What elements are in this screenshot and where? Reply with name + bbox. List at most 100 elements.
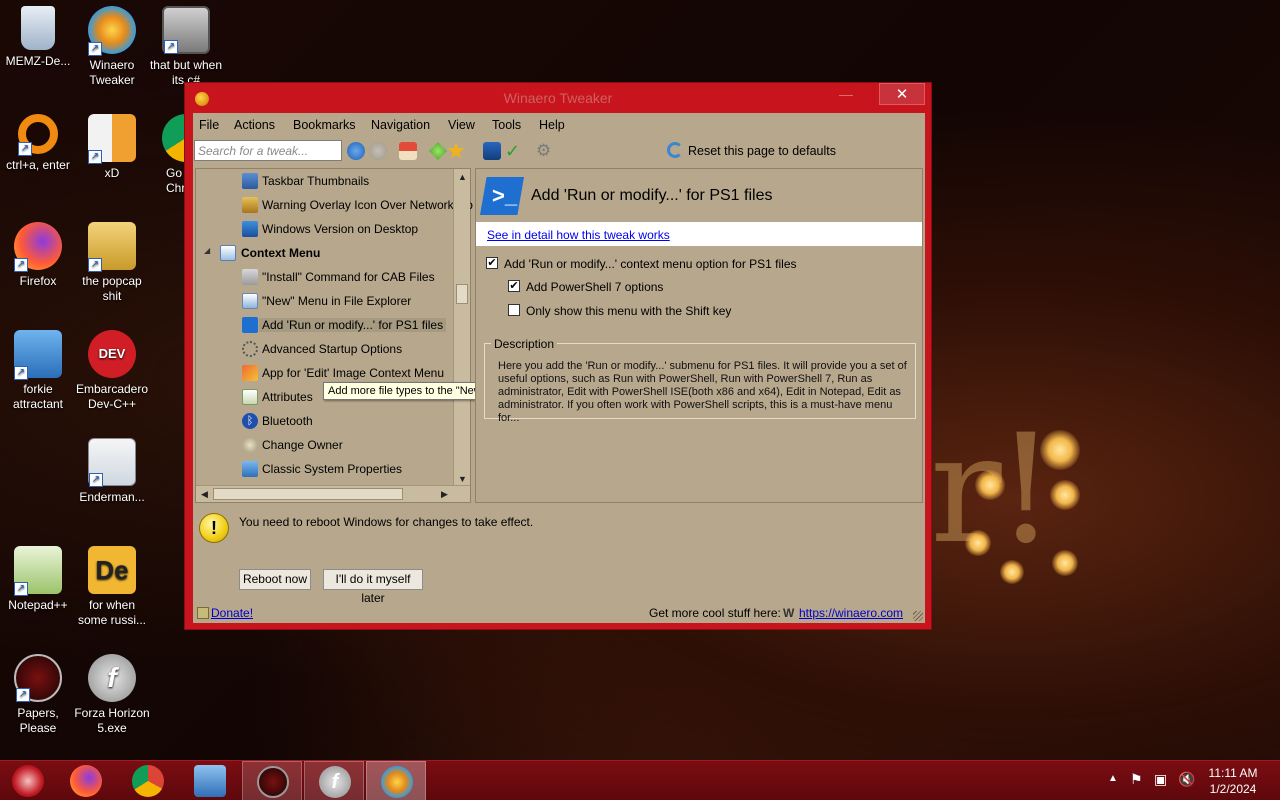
startup-icon bbox=[242, 341, 258, 357]
desktop-icon-de[interactable]: De for when some russi... bbox=[74, 546, 150, 628]
tree-horizontal-scrollbar[interactable]: ◀ ▶ bbox=[196, 485, 470, 502]
winaero-site-link[interactable]: https://winaero.com bbox=[799, 606, 903, 620]
scroll-left-arrow-icon[interactable]: ◀ bbox=[196, 486, 213, 502]
taskbar-forza[interactable]: f bbox=[304, 761, 364, 800]
tweak-tree: Taskbar Thumbnails Warning Overlay Icon … bbox=[195, 168, 601, 503]
reboot-notice: You need to reboot Windows for changes t… bbox=[239, 515, 534, 529]
show-hidden-icons-icon[interactable]: ▲ bbox=[1108, 773, 1118, 800]
desktop-icon-papers[interactable]: ↗ Papers, Please bbox=[0, 654, 76, 736]
forward-icon[interactable] bbox=[369, 142, 387, 160]
scroll-up-arrow-icon[interactable]: ▲ bbox=[454, 169, 471, 185]
reboot-now-button[interactable]: Reboot now bbox=[239, 569, 311, 590]
import-icon[interactable] bbox=[483, 142, 501, 160]
home-icon[interactable] bbox=[399, 142, 417, 160]
scroll-thumb[interactable] bbox=[213, 488, 403, 500]
wallpaper-light bbox=[1050, 480, 1080, 510]
desktop-icon-firefox[interactable]: ↗ Firefox bbox=[0, 222, 76, 289]
tree-item-label: App for 'Edit' Image Context Menu bbox=[262, 366, 445, 380]
action-center-flag-icon[interactable]: ⚑ bbox=[1130, 771, 1143, 800]
desktop-icon-notepadpp[interactable]: ↗ Notepad++ bbox=[0, 546, 76, 613]
do-it-later-button[interactable]: I'll do it myself later bbox=[323, 569, 423, 605]
see-details-link[interactable]: See in detail how this tweak works bbox=[487, 228, 670, 242]
windows-version-icon bbox=[242, 221, 258, 237]
desktop-icon-chrome[interactable]: Go Chr bbox=[148, 114, 188, 196]
desktop-icon-label: for when some russi... bbox=[77, 598, 146, 627]
wallpaper-light bbox=[1040, 430, 1080, 470]
resize-grip[interactable] bbox=[913, 611, 923, 621]
menu-help[interactable]: Help bbox=[539, 118, 565, 132]
menu-actions[interactable]: Actions bbox=[234, 118, 275, 132]
back-icon[interactable] bbox=[347, 142, 365, 160]
ring-icon: ↗ bbox=[18, 114, 58, 156]
menu-file[interactable]: File bbox=[199, 118, 219, 132]
option-checkbox-run-or-modify[interactable]: ✔ bbox=[486, 257, 498, 269]
volume-muted-icon[interactable]: 🔇 bbox=[1178, 771, 1195, 800]
wallpaper-decoration: r! bbox=[930, 410, 1130, 610]
tree-vertical-scrollbar[interactable]: ▲ ▼ bbox=[453, 169, 470, 487]
description-legend: Description bbox=[491, 337, 558, 351]
system-props-icon bbox=[242, 461, 258, 477]
menu-tools[interactable]: Tools bbox=[492, 118, 521, 132]
desktop-icon-popcap[interactable]: ↗ the popcap shit bbox=[74, 222, 150, 304]
flash-icon: f bbox=[88, 654, 136, 702]
start-orb-icon bbox=[12, 765, 44, 797]
link-strip: See in detail how this tweak works bbox=[476, 222, 922, 246]
menu-bookmarks[interactable]: Bookmarks bbox=[293, 118, 356, 132]
donate-icon bbox=[197, 607, 209, 619]
toolbar: Search for a tweak... ✓ ⚙ Reset this pag… bbox=[193, 138, 925, 164]
star-icon[interactable] bbox=[447, 142, 465, 159]
tree-item-label: Taskbar Thumbnails bbox=[262, 174, 370, 188]
desktop-icon-enderman[interactable]: ↗ Enderman... bbox=[74, 438, 150, 505]
desktop-icon-label: Go Chr bbox=[166, 166, 186, 195]
wallpaper-light bbox=[1000, 560, 1024, 584]
apply-check-icon[interactable]: ✓ bbox=[505, 142, 523, 160]
taskbar-clock[interactable]: 11:11 AM 1/2/2024 bbox=[1196, 765, 1270, 797]
flash-icon: f bbox=[319, 766, 351, 798]
tree-item-label: "Install" Command for CAB Files bbox=[262, 270, 435, 284]
firefox-icon bbox=[70, 765, 102, 797]
menu-navigation[interactable]: Navigation bbox=[371, 118, 430, 132]
taskbar-firefox[interactable] bbox=[56, 761, 116, 800]
owner-icon bbox=[242, 437, 258, 453]
minimize-button[interactable]: — bbox=[833, 83, 859, 105]
desktop-icon-that-but[interactable]: ↗ that but when its c# bbox=[148, 6, 224, 88]
window-title: Winaero Tweaker bbox=[503, 90, 613, 106]
add-bookmark-icon[interactable] bbox=[429, 142, 447, 160]
wallpaper-light bbox=[965, 530, 991, 556]
desktop-icon-ctrl-a[interactable]: ↗ ctrl+a, enter bbox=[0, 114, 76, 173]
desktop-icon-forza[interactable]: f Forza Horizon 5.exe bbox=[74, 654, 150, 736]
taskbar-winaero[interactable] bbox=[366, 761, 426, 800]
network-icon[interactable]: ▣ bbox=[1154, 771, 1167, 800]
desktop-icon-label: Forza Horizon 5.exe bbox=[74, 706, 150, 735]
start-button[interactable] bbox=[0, 761, 52, 800]
taskbar-control-panel[interactable] bbox=[180, 761, 240, 800]
title-bar[interactable]: Winaero Tweaker — □ ✕ bbox=[185, 83, 931, 113]
desktop-icon-xd[interactable]: ↗ xD bbox=[74, 114, 150, 181]
desktop-icon-forkie[interactable]: ↗ forkie attractant bbox=[0, 330, 76, 412]
desktop-icon-winaero[interactable]: ↗ Winaero Tweaker bbox=[74, 6, 150, 88]
scroll-thumb[interactable] bbox=[456, 284, 468, 304]
control-panel-icon bbox=[194, 765, 226, 797]
menu-view[interactable]: View bbox=[448, 118, 475, 132]
tree-expander[interactable]: ◢ bbox=[204, 246, 210, 255]
taskbar-papers-please[interactable] bbox=[242, 761, 302, 800]
desktop-icon-label: MEMZ-De... bbox=[5, 54, 71, 68]
winaero-icon bbox=[381, 766, 413, 798]
powershell-icon: >_ bbox=[480, 177, 524, 215]
settings-gear-icon[interactable]: ⚙ bbox=[536, 142, 554, 160]
donate-link[interactable]: Donate! bbox=[211, 606, 253, 620]
search-input[interactable]: Search for a tweak... bbox=[194, 140, 342, 161]
desktop-icon-memz[interactable]: MEMZ-De... bbox=[0, 6, 76, 69]
scroll-right-arrow-icon[interactable]: ▶ bbox=[436, 486, 453, 502]
tree-item-label: Warning Overlay Icon Over Network Ico bbox=[262, 198, 473, 212]
taskbar-chrome[interactable] bbox=[118, 761, 178, 800]
desktop-icon-devcpp[interactable]: DEV Embarcadero Dev-C++ bbox=[74, 330, 150, 412]
desktop-icon-label: the popcap shit bbox=[82, 274, 142, 303]
close-button[interactable]: ✕ bbox=[879, 83, 925, 105]
tree-item-label: "New" Menu in File Explorer bbox=[262, 294, 412, 308]
option-checkbox-shift-key[interactable] bbox=[508, 304, 520, 316]
option-checkbox-powershell7[interactable]: ✔ bbox=[508, 280, 520, 292]
tree-item-label: Advanced Startup Options bbox=[262, 342, 403, 356]
reset-page-button[interactable]: Reset this page to defaults bbox=[688, 144, 836, 158]
clock-date: 1/2/2024 bbox=[1209, 782, 1257, 796]
